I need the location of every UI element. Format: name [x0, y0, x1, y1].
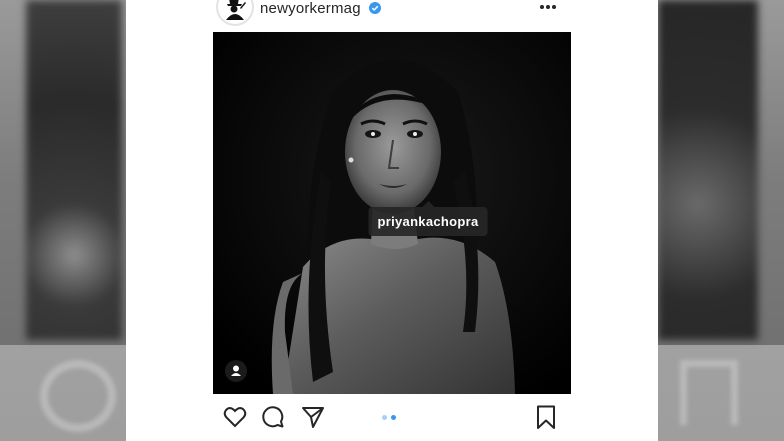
- user-tag-icon[interactable]: [225, 360, 247, 382]
- instagram-post: newyorkermag priyankachopra: [126, 0, 658, 441]
- photo-user-tag[interactable]: priyankachopra: [368, 201, 488, 236]
- carousel-indicator: [382, 415, 402, 421]
- post-username[interactable]: newyorkermag: [260, 0, 361, 17]
- bookmark-icon[interactable]: [533, 404, 559, 430]
- profile-avatar[interactable]: [216, 0, 254, 26]
- comment-icon[interactable]: [260, 404, 286, 430]
- photo-user-tag-label: priyankachopra: [377, 214, 479, 229]
- heart-icon[interactable]: [222, 404, 248, 430]
- post-actions-bar: [126, 400, 658, 440]
- send-icon[interactable]: [300, 404, 326, 430]
- post-photo[interactable]: priyankachopra: [213, 32, 571, 394]
- carousel-dot: [382, 415, 387, 420]
- eustace-tilley-logo-icon: [219, 0, 251, 23]
- more-options-icon[interactable]: [538, 1, 558, 13]
- verified-badge-icon: [369, 2, 381, 14]
- person-icon: [231, 365, 241, 376]
- post-header: newyorkermag: [126, 0, 658, 26]
- carousel-dot-active: [391, 415, 396, 420]
